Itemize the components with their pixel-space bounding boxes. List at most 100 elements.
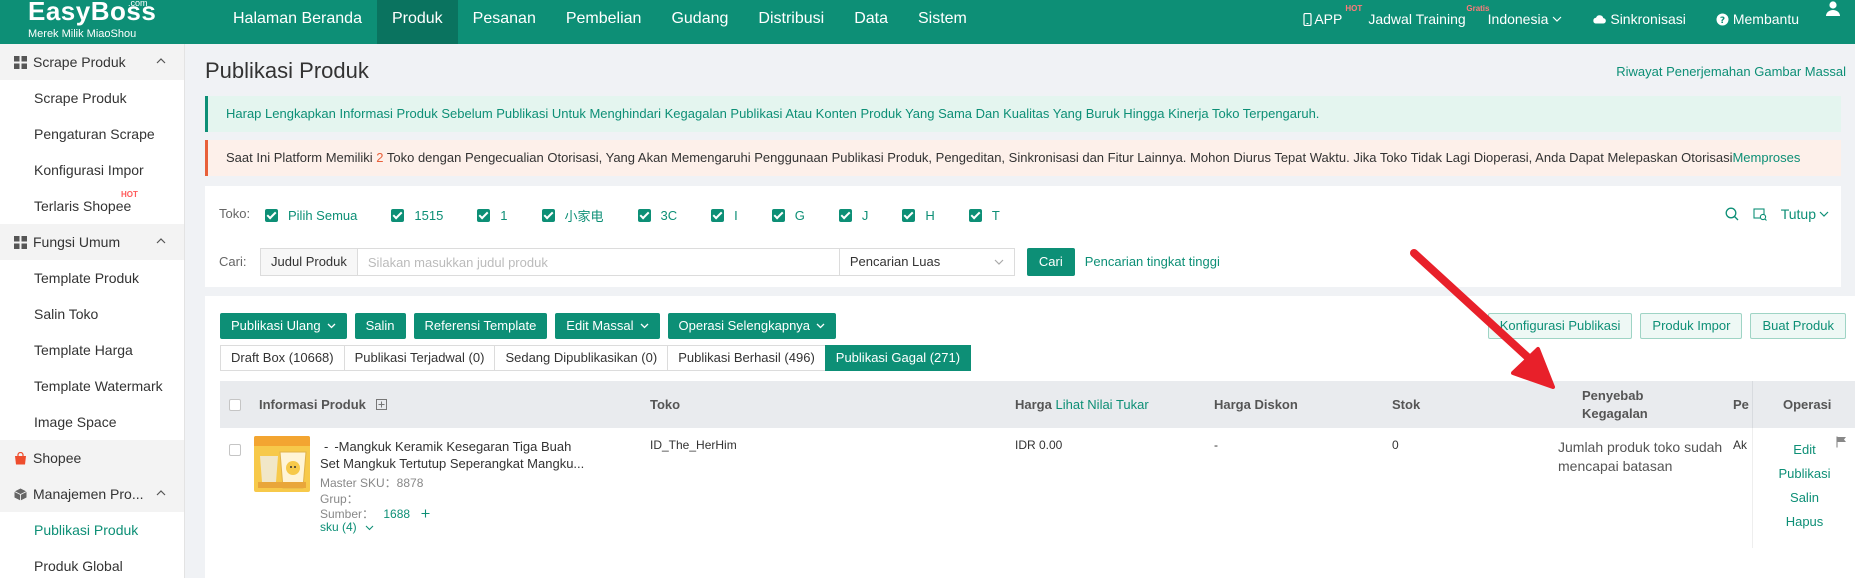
- nav-gudang[interactable]: Gudang: [656, 0, 743, 44]
- nav-pesanan[interactable]: Pesanan: [458, 0, 551, 44]
- shop-checkbox[interactable]: 小家电: [541, 206, 604, 225]
- nav-distribusi[interactable]: Distribusi: [743, 0, 839, 44]
- checkbox-checked[interactable]: [711, 209, 725, 222]
- checkbox-checked[interactable]: [771, 209, 785, 222]
- shop-checkbox[interactable]: J: [838, 206, 869, 225]
- chevron-down-icon: [1552, 16, 1562, 22]
- expand-icon[interactable]: [375, 399, 387, 410]
- checkbox-checked[interactable]: [968, 209, 982, 222]
- search-button[interactable]: Cari: [1026, 248, 1075, 276]
- shop-name: Pilih Semua: [288, 208, 358, 223]
- process-link[interactable]: Memproses: [1732, 150, 1800, 165]
- sidebar-item-template-watermark[interactable]: Template Watermark: [0, 368, 184, 404]
- price-cell: IDR 0.00: [1015, 438, 1063, 452]
- sidebar-item-scrape-produk[interactable]: Scrape Produk: [0, 80, 184, 116]
- exchange-rate-link[interactable]: Lihat Nilai Tukar: [1055, 397, 1148, 412]
- sidebar-item-konfigurasi-impor[interactable]: Konfigurasi Impor: [0, 152, 184, 188]
- sidebar-group-fungsi-umum[interactable]: Fungsi Umum: [0, 224, 184, 260]
- shop-checkbox[interactable]: 3C: [637, 206, 677, 225]
- delete-link[interactable]: Hapus: [1753, 514, 1855, 529]
- help-link[interactable]: ? Membantu: [1716, 0, 1799, 38]
- sync-link[interactable]: Sinkronisasi: [1592, 0, 1686, 38]
- chevron-down-icon: [327, 323, 336, 329]
- republish-button[interactable]: Publikasi Ulang: [220, 313, 347, 339]
- sidebar-item-terlaris-shopee[interactable]: Terlaris Shopee HOT: [0, 188, 184, 224]
- create-product-button[interactable]: Buat Produk: [1750, 313, 1846, 339]
- import-product-button[interactable]: Produk Impor: [1640, 313, 1743, 339]
- shop-checkbox[interactable]: 1: [477, 206, 508, 225]
- publish-config-button[interactable]: Konfigurasi Publikasi: [1487, 313, 1633, 339]
- search-icon[interactable]: [1725, 207, 1739, 221]
- checkbox-checked[interactable]: [541, 209, 555, 222]
- search-input[interactable]: [357, 248, 840, 276]
- collapse-toggle[interactable]: Tutup: [1781, 206, 1816, 222]
- nav-home[interactable]: Halaman Beranda: [218, 0, 377, 44]
- reference-template-button[interactable]: Referensi Template: [413, 313, 548, 339]
- more-operations-button[interactable]: Operasi Selengkapnya: [667, 313, 837, 339]
- table-row: - -Mangkuk Keramik Kesegaran Tiga Buah Se…: [220, 428, 1855, 548]
- tab-draft-box[interactable]: Draft Box (10668): [220, 345, 345, 371]
- select-all-checkbox[interactable]: [229, 399, 241, 411]
- shop-checkbox[interactable]: H: [902, 206, 935, 225]
- publish-link[interactable]: Publikasi: [1753, 466, 1855, 481]
- box-icon: [14, 488, 27, 500]
- logo[interactable]: EasyBoss .com Merek Milik MiaoShou: [28, 0, 178, 44]
- app-link[interactable]: APP HOT: [1303, 0, 1362, 38]
- sidebar-item-template-produk[interactable]: Template Produk: [0, 260, 184, 296]
- product-title[interactable]: - -Mangkuk Keramik Kesegaran Tiga Buah Se…: [320, 438, 590, 472]
- row-checkbox[interactable]: [229, 444, 241, 456]
- copy-link[interactable]: Salin: [1753, 490, 1855, 505]
- shop-checkbox[interactable]: I: [711, 206, 738, 225]
- nav-produk[interactable]: Produk: [376, 0, 458, 44]
- nav-data[interactable]: Data: [839, 0, 903, 44]
- checkbox-checked[interactable]: [391, 209, 405, 222]
- training-link[interactable]: Jadwal Training Gratis: [1368, 0, 1489, 38]
- logo-com: .com: [128, 0, 148, 8]
- sku-count-toggle[interactable]: sku (4): [320, 520, 374, 534]
- shop-checkbox-all[interactable]: Pilih Semua: [265, 206, 357, 225]
- checkbox-checked[interactable]: [637, 209, 651, 222]
- search-mode-dropdown[interactable]: Pencarian Luas: [839, 248, 1015, 276]
- tab-scheduled[interactable]: Publikasi Terjadwal (0): [343, 345, 496, 371]
- shop-checkbox[interactable]: G: [771, 206, 805, 225]
- checkbox-checked[interactable]: [902, 209, 916, 222]
- bulk-edit-button[interactable]: Edit Massal: [555, 313, 660, 339]
- plus-icon[interactable]: [421, 509, 430, 518]
- sidebar-item-template-harga[interactable]: Template Harga: [0, 332, 184, 368]
- sidebar-item-publikasi-produk[interactable]: Publikasi Produk: [0, 512, 184, 548]
- shop-name: J: [861, 208, 869, 223]
- checkbox-checked[interactable]: [838, 209, 852, 222]
- nav-pembelian[interactable]: Pembelian: [551, 0, 657, 44]
- tab-publishing[interactable]: Sedang Dipublikasikan (0): [494, 345, 669, 371]
- sidebar-item-produk-global[interactable]: Produk Global: [0, 548, 184, 578]
- nav-sistem[interactable]: Sistem: [903, 0, 982, 44]
- history-link[interactable]: Riwayat Penerjemahan Gambar Massal: [1616, 64, 1846, 79]
- language-select[interactable]: Indonesia: [1488, 0, 1563, 38]
- header-label: Harga: [1015, 397, 1052, 412]
- sidebar-group-scrape[interactable]: Scrape Produk: [0, 44, 184, 80]
- sidebar-item-image-space[interactable]: Image Space: [0, 404, 184, 440]
- checkbox-checked[interactable]: [265, 209, 278, 222]
- search-field-select[interactable]: Judul Produk: [260, 248, 358, 276]
- image-search-icon[interactable]: [1753, 207, 1767, 221]
- advanced-search-link[interactable]: Pencarian tingkat tinggi: [1085, 248, 1220, 276]
- sidebar-group-shopee[interactable]: Shopee: [0, 440, 184, 476]
- product-thumbnail[interactable]: [254, 436, 310, 492]
- source-link[interactable]: 1688: [383, 507, 410, 521]
- shop-name: T: [991, 208, 1000, 223]
- copy-button[interactable]: Salin: [354, 313, 406, 339]
- shop-checkbox[interactable]: 1515: [391, 206, 443, 225]
- edit-link[interactable]: Edit: [1753, 442, 1855, 457]
- tab-failed[interactable]: Publikasi Gagal (271): [824, 345, 972, 371]
- top-navigation-bar: EasyBoss .com Merek Milik MiaoShou Halam…: [0, 0, 1855, 44]
- tab-published[interactable]: Publikasi Berhasil (496): [667, 345, 826, 371]
- shop-checkbox[interactable]: T: [968, 206, 1000, 225]
- sync-label: Sinkronisasi: [1610, 11, 1686, 27]
- sidebar-group-manajemen-produk[interactable]: Manajemen Pro...: [0, 476, 184, 512]
- sidebar-item-salin-toko[interactable]: Salin Toko: [0, 296, 184, 332]
- chevron-down-icon: [640, 323, 648, 329]
- checkbox-checked[interactable]: [477, 209, 491, 222]
- sidebar-item-pengaturan-scrape[interactable]: Pengaturan Scrape: [0, 116, 184, 152]
- user-menu[interactable]: [1825, 0, 1841, 16]
- free-badge: Gratis: [1466, 4, 1490, 13]
